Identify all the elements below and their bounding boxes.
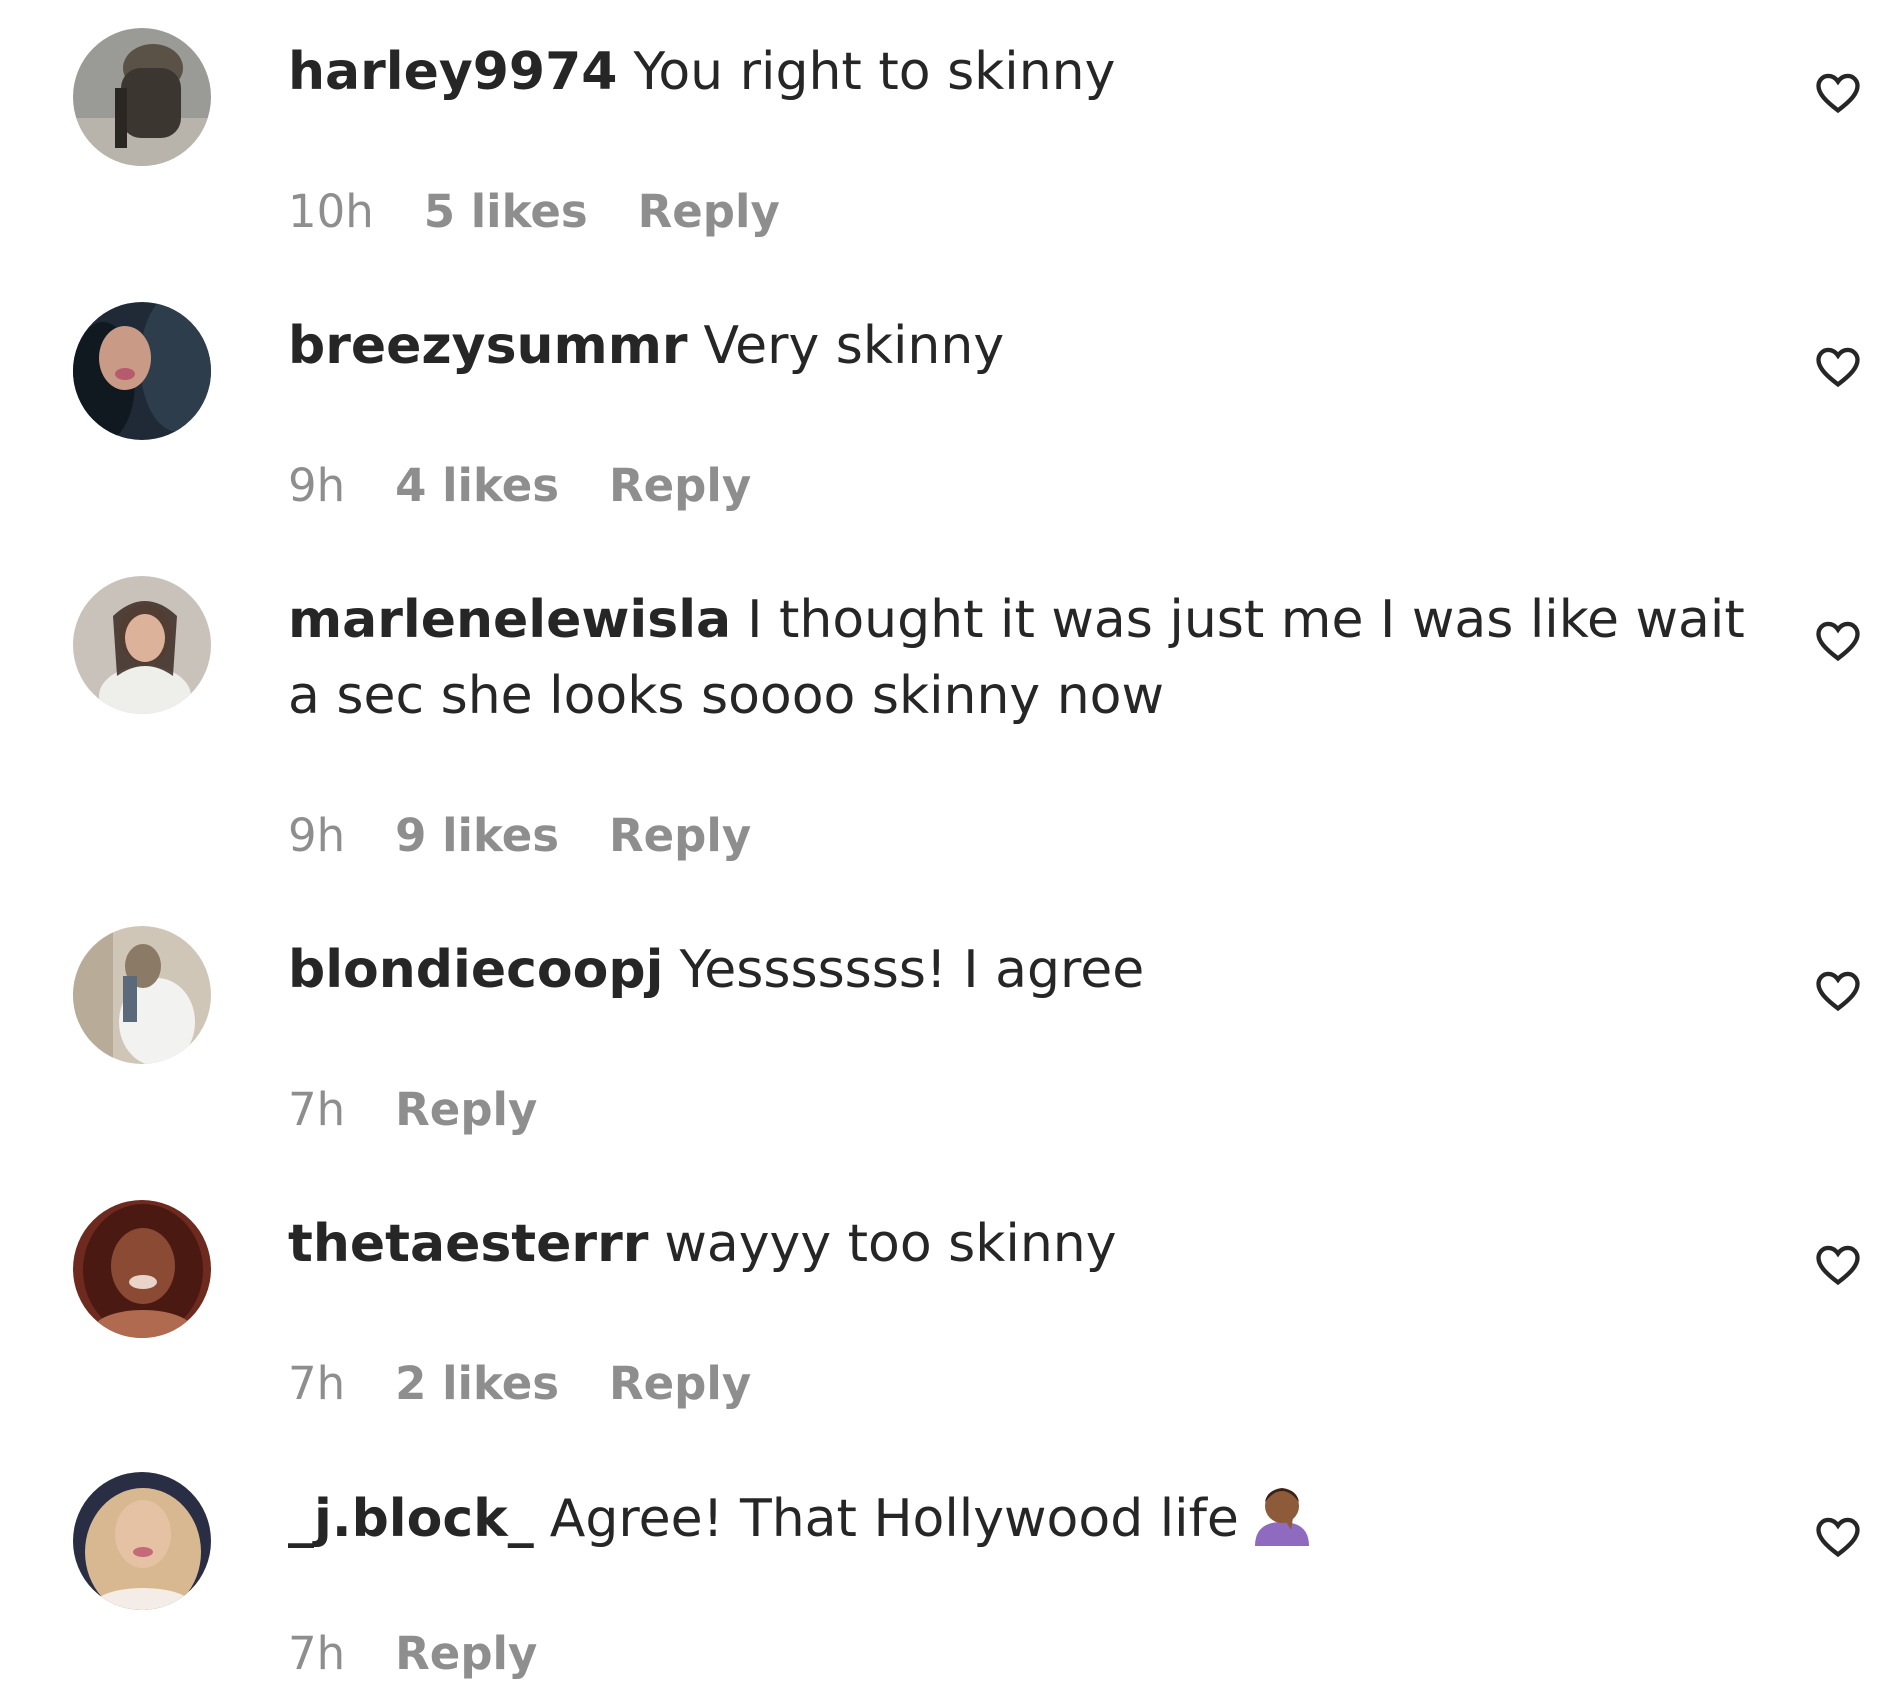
reply-button[interactable]: Reply — [609, 808, 751, 864]
comment-meta: 9h 4 likes Reply — [288, 458, 801, 514]
comment-body: blondiecoopj Yesssssss! I agree — [288, 932, 1748, 1008]
comment-likes[interactable]: 9 likes — [395, 808, 559, 864]
comment-text: wayyy too skinny — [664, 1214, 1117, 1274]
avatar[interactable] — [73, 1200, 211, 1338]
avatar-image — [73, 302, 211, 440]
comment-meta: 9h 9 likes Reply — [288, 808, 801, 864]
avatar[interactable] — [73, 576, 211, 714]
reply-button[interactable]: Reply — [395, 1626, 537, 1682]
comment-likes[interactable]: 4 likes — [395, 458, 559, 514]
comment-body: breezysummr Very skinny — [288, 308, 1748, 384]
comment-time[interactable]: 9h — [288, 808, 345, 864]
comment-username[interactable]: harley9974 — [288, 42, 617, 102]
avatar-image — [73, 1200, 211, 1338]
comment-body: harley9974 You right to skinny — [288, 34, 1748, 110]
reply-button[interactable]: Reply — [395, 1082, 537, 1138]
comment-text-line: marlenelewisla I thought it was just me I… — [288, 582, 1748, 734]
comment-body: thetaesterrr wayyy too skinny — [288, 1206, 1748, 1282]
comment-meta: 10h 5 likes Reply — [288, 184, 830, 240]
heart-outline-icon[interactable] — [1812, 66, 1864, 118]
comment-username[interactable]: breezysummr — [288, 316, 688, 376]
comment-body: marlenelewisla I thought it was just me I… — [288, 582, 1748, 734]
avatar-image — [73, 576, 211, 714]
avatar[interactable] — [73, 1472, 211, 1610]
heart-outline-icon[interactable] — [1812, 1238, 1864, 1290]
comment-username[interactable]: _j.block_ — [288, 1489, 534, 1549]
heart-outline-icon[interactable] — [1812, 340, 1864, 392]
comment-username[interactable]: thetaesterrr — [288, 1214, 648, 1274]
comment-time[interactable]: 7h — [288, 1356, 345, 1412]
avatar-image — [73, 1472, 211, 1610]
comment-body: _j.block_ Agree! That Hollywood life — [288, 1478, 1748, 1557]
comment-text-line: harley9974 You right to skinny — [288, 34, 1748, 110]
comment-text: Yesssssss! I agree — [679, 940, 1145, 1000]
reply-button[interactable]: Reply — [609, 458, 751, 514]
comment-text-line: blondiecoopj Yesssssss! I agree — [288, 932, 1748, 1008]
comment-text-line: thetaesterrr wayyy too skinny — [288, 1206, 1748, 1282]
reply-button[interactable]: Reply — [638, 184, 780, 240]
comment-meta: 7h Reply — [288, 1082, 587, 1138]
comment-username[interactable]: marlenelewisla — [288, 590, 731, 650]
comment-likes[interactable]: 2 likes — [395, 1356, 559, 1412]
comment-list: harley9974 You right to skinny 10h 5 likes… — [0, 0, 1900, 1684]
comment-username[interactable]: blondiecoopj — [288, 940, 663, 1000]
comment-meta: 7h 2 likes Reply — [288, 1356, 801, 1412]
comment-text: Very skinny — [703, 316, 1005, 376]
avatar[interactable] — [73, 302, 211, 440]
facepalm-emoji-icon — [1247, 1478, 1317, 1548]
comment-text-line: _j.block_ Agree! That Hollywood life — [288, 1478, 1748, 1557]
heart-outline-icon[interactable] — [1812, 614, 1864, 666]
avatar-image — [73, 28, 211, 166]
heart-outline-icon[interactable] — [1812, 1510, 1864, 1562]
comment-meta: 7h Reply — [288, 1626, 587, 1682]
heart-outline-icon[interactable] — [1812, 964, 1864, 1016]
comment-text: Agree! That Hollywood life — [549, 1489, 1239, 1549]
reply-button[interactable]: Reply — [609, 1356, 751, 1412]
comment-time[interactable]: 10h — [288, 184, 374, 240]
avatar[interactable] — [73, 926, 211, 1064]
avatar-image — [73, 926, 211, 1064]
comment-likes[interactable]: 5 likes — [424, 184, 588, 240]
comment-time[interactable]: 7h — [288, 1082, 345, 1138]
avatar[interactable] — [73, 28, 211, 166]
comment-text: You right to skinny — [633, 42, 1116, 102]
comment-time[interactable]: 9h — [288, 458, 345, 514]
comment-text-line: breezysummr Very skinny — [288, 308, 1748, 384]
comment-time[interactable]: 7h — [288, 1626, 345, 1682]
